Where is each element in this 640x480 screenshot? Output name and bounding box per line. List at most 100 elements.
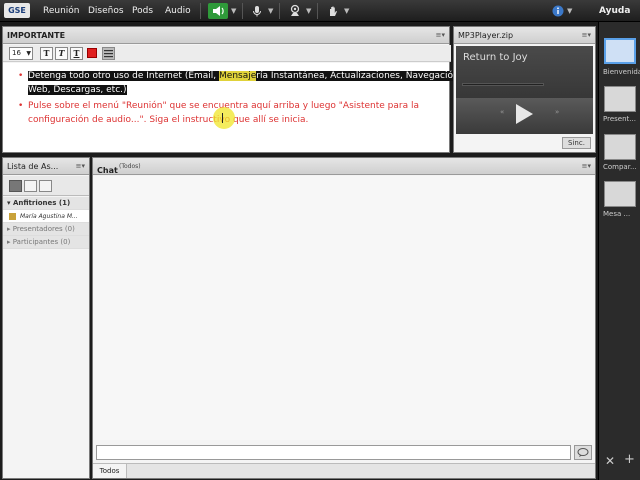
- app-logo: GSE: [4, 3, 30, 18]
- microphone-icon: [253, 6, 261, 17]
- play-icon[interactable]: [516, 104, 533, 124]
- note-line-1b-text: Web, Descargas, etc.): [28, 85, 127, 95]
- menu-pods[interactable]: Pods: [132, 0, 153, 22]
- attendee-view-toolbar: [3, 176, 89, 196]
- attendee-name: María Agustina M...: [20, 213, 78, 220]
- speaker-button[interactable]: [208, 3, 228, 19]
- microphone-button[interactable]: [249, 3, 265, 19]
- progress-bar[interactable]: [462, 83, 544, 86]
- tab-todos[interactable]: Todos: [93, 464, 127, 478]
- layout-label-compartir: Compar...: [603, 163, 637, 171]
- note-pod-title: IMPORTANTE: [7, 31, 66, 40]
- layouts-sidebar: Bienvenida Present... Compar... Mesa ...…: [598, 22, 640, 480]
- toolbar-separator: [242, 3, 243, 19]
- note-content[interactable]: • Detenga todo otro uso de Internet (Ema…: [3, 63, 459, 152]
- layout-label-mesa: Mesa ...: [603, 210, 631, 218]
- raise-hand-dropdown-icon[interactable]: ▼: [344, 3, 349, 19]
- layout-thumb-bienvenida[interactable]: [604, 38, 636, 64]
- attendee-list: ▾ Anfitriones (1) María Agustina M... ▸ …: [3, 197, 89, 249]
- webcam-button[interactable]: [287, 3, 303, 19]
- group-hosts[interactable]: ▾ Anfitriones (1): [3, 197, 89, 210]
- help-menu[interactable]: Ayuda: [599, 0, 630, 22]
- top-menubar: GSE Reunión Diseños Pods Audio ▼ ▼ ▼ ▼ ▼…: [0, 0, 640, 22]
- forward-icon[interactable]: »: [555, 108, 559, 116]
- attendee-pod: Lista de As... ≡▾ ▾ Anfitriones (1) Marí…: [2, 157, 90, 479]
- layout-label-bienvenida: Bienvenida: [603, 68, 640, 76]
- info-button[interactable]: [551, 3, 565, 19]
- raise-hand-button[interactable]: [325, 3, 341, 19]
- mp3-pod-title: MP3Player.zip: [458, 31, 514, 40]
- menu-disenos[interactable]: Diseños: [88, 0, 124, 22]
- mp3-player: Return to Joy « »: [456, 46, 593, 134]
- layout-tools-icon[interactable]: ✕: [605, 454, 615, 468]
- note-line-1-part-a: Detenga todo otro uso de Internet (Email…: [28, 71, 220, 81]
- chat-messages: [93, 176, 595, 440]
- status-view-icon[interactable]: [39, 180, 52, 192]
- sync-button[interactable]: Sinc.: [562, 137, 591, 149]
- track-title: Return to Joy: [463, 52, 528, 63]
- list-icon: [104, 50, 113, 58]
- layout-label-presentacion: Present...: [603, 115, 636, 123]
- info-dropdown-icon[interactable]: ▼: [567, 3, 572, 19]
- layout-thumb-mesa[interactable]: [604, 181, 636, 207]
- note-pod-header: IMPORTANTE ≡▾: [3, 27, 449, 44]
- text-cursor-icon: [222, 113, 223, 123]
- layout-thumb-compartir[interactable]: [604, 134, 636, 160]
- note-line-1-part-b: Mensaje: [219, 71, 257, 81]
- mp3-pod-header: MP3Player.zip ≡▾: [454, 27, 595, 44]
- chat-scope: (Todos): [119, 163, 141, 170]
- webcam-dropdown-icon[interactable]: ▼: [306, 3, 311, 19]
- chat-pod-title: Chat: [97, 166, 118, 175]
- chat-input[interactable]: [96, 445, 571, 460]
- text-color-swatch[interactable]: [87, 48, 97, 58]
- raise-hand-icon: [330, 6, 337, 16]
- mp3-pod: MP3Player.zip ≡▾ Return to Joy « » Sinc.: [453, 26, 596, 153]
- note-format-toolbar: 16 ▼ T T T: [3, 45, 451, 62]
- chat-tabs: Todos: [93, 463, 595, 478]
- note-pod: IMPORTANTE ≡▾ 16 ▼ T T T • Detenga todo …: [2, 26, 459, 153]
- italic-button[interactable]: T: [55, 47, 68, 60]
- note-line-2b: configuración de audio...". Siga el inst…: [28, 115, 309, 125]
- layout-thumb-presentacion[interactable]: [604, 86, 636, 112]
- send-icon: [577, 448, 589, 457]
- chevron-down-icon: ▼: [26, 50, 31, 57]
- attendee-row[interactable]: María Agustina M...: [3, 210, 89, 223]
- webcam-icon: [290, 4, 300, 16]
- underline-button[interactable]: T: [70, 47, 83, 60]
- rewind-icon[interactable]: «: [500, 108, 504, 116]
- microphone-dropdown-icon[interactable]: ▼: [268, 3, 273, 19]
- group-hosts-label: Anfitriones (1): [12, 199, 71, 207]
- speaker-icon: [213, 6, 224, 16]
- host-icon: [9, 213, 16, 220]
- bullet-1: •: [18, 71, 24, 81]
- note-line-1: Detenga todo otro uso de Internet (Email…: [28, 69, 459, 83]
- bullet-2: •: [18, 101, 24, 111]
- menu-audio[interactable]: Audio: [165, 0, 191, 22]
- group-participants[interactable]: ▸ Participantes (0): [3, 236, 89, 249]
- pod-menu-icon[interactable]: ≡▾: [436, 27, 445, 44]
- bullet-list-button[interactable]: [102, 47, 115, 60]
- pod-menu-icon[interactable]: ≡▾: [582, 158, 591, 175]
- group-participants-label: Participantes (0): [12, 238, 71, 246]
- speaker-dropdown-icon[interactable]: ▼: [231, 3, 236, 19]
- pod-menu-icon[interactable]: ≡▾: [582, 27, 591, 44]
- note-line-1-part-c: ría Instantánea, Actualizaciones, Navega…: [256, 71, 459, 81]
- font-size-select[interactable]: 16 ▼: [9, 47, 33, 60]
- list-view-icon[interactable]: [9, 180, 22, 192]
- group-presenters[interactable]: ▸ Presentadores (0): [3, 223, 89, 236]
- info-icon: [552, 5, 564, 17]
- send-button[interactable]: [574, 445, 592, 460]
- toolbar-separator: [317, 3, 318, 19]
- attendee-pod-header: Lista de As... ≡▾: [3, 158, 89, 175]
- menu-reunion[interactable]: Reunión: [43, 0, 80, 22]
- bold-button[interactable]: T: [40, 47, 53, 60]
- chat-pod-header: Chat (Todos) ≡▾: [93, 158, 595, 175]
- pod-menu-icon[interactable]: ≡▾: [76, 158, 85, 175]
- group-presenters-label: Presentadores (0): [12, 225, 75, 233]
- cursor-highlight: [213, 107, 235, 129]
- chat-pod: Chat (Todos) ≡▾ Todos: [92, 157, 596, 479]
- note-line-1b: Web, Descargas, etc.): [28, 83, 127, 97]
- toolbar-separator: [200, 3, 201, 19]
- add-layout-button[interactable]: +: [624, 452, 635, 467]
- grid-view-icon[interactable]: [24, 180, 37, 192]
